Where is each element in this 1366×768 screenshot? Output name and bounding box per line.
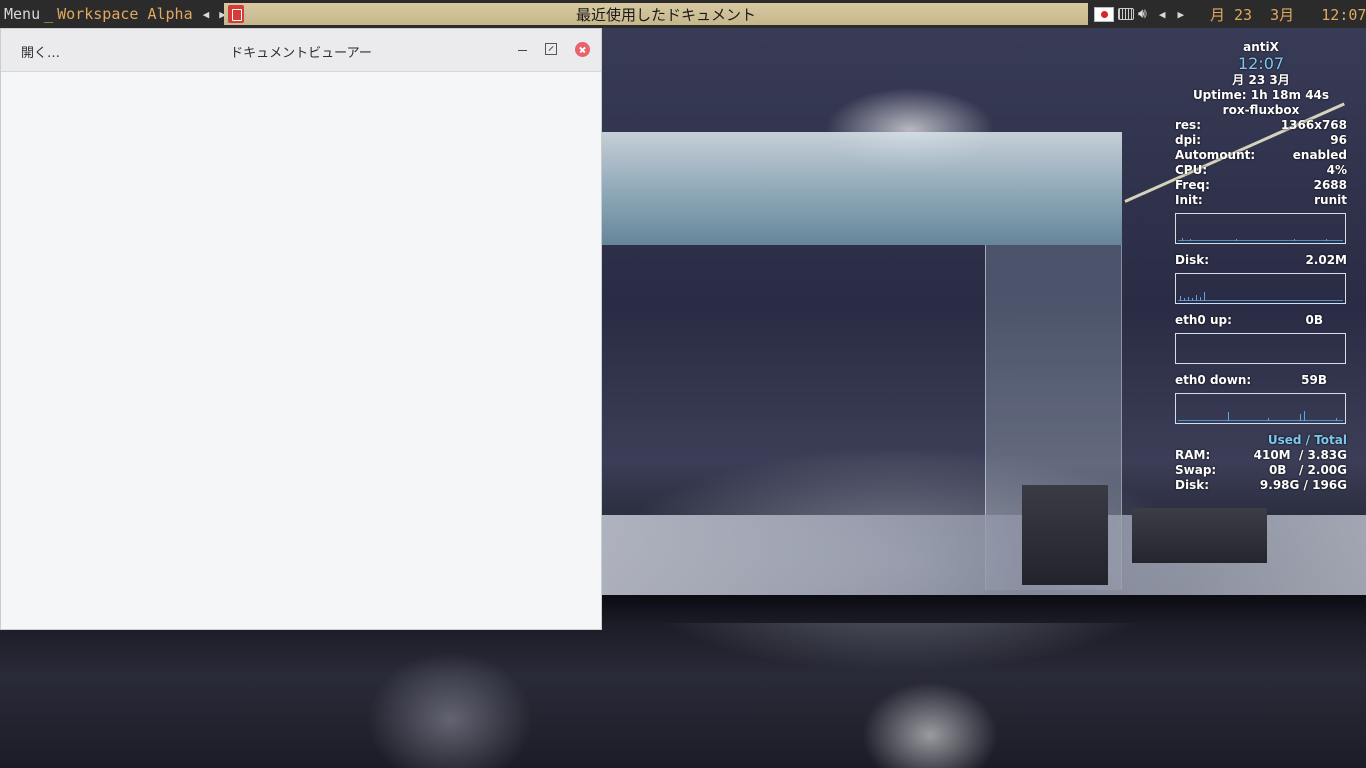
top-panel: Menu _ Workspace Alpha ◀ ▶ 最近使用したドキュメント … <box>0 0 1366 28</box>
document-viewer-app-icon <box>228 5 244 23</box>
graph-spike <box>1294 239 1295 241</box>
graph-spike <box>1336 418 1337 421</box>
minimize-icon[interactable] <box>515 41 531 57</box>
graph-spike <box>1180 296 1181 301</box>
eth0-down-label: eth0 down: <box>1175 373 1252 387</box>
memory-row: Swap: 0B / 2.00G <box>1175 463 1347 478</box>
memory-row: RAM: 410M / 3.83G <box>1175 448 1347 463</box>
info-row: Init: runit <box>1175 193 1347 208</box>
disk-io-label: Disk: <box>1175 253 1209 267</box>
open-button[interactable]: 開く… <box>21 42 60 61</box>
memory-label: Disk: <box>1175 478 1209 492</box>
volume-icon[interactable]: 🔊︎ <box>1138 6 1147 22</box>
wallpaper-base <box>602 595 1366 623</box>
graph-spike <box>1188 297 1189 301</box>
maximize-icon[interactable] <box>545 43 557 55</box>
graph-spike <box>1300 414 1301 421</box>
window-header-bar[interactable]: 開く… ドキュメントビューアー <box>1 29 601 72</box>
document-viewer-window: 開く… ドキュメントビューアー <box>0 28 602 630</box>
active-task-title: 最近使用したドキュメント <box>575 5 756 24</box>
eth0-up-graph <box>1175 333 1346 364</box>
info-row: CPU: 4% <box>1175 163 1347 178</box>
uptime: Uptime: 1h 18m 44s <box>1192 88 1330 102</box>
memory-value: 410M / 3.83G <box>1253 448 1347 462</box>
eth0-up-label: eth0 up: <box>1175 313 1232 327</box>
eth0-up-row: eth0 up: 0B <box>1175 313 1347 328</box>
info-row: res: 1366x768 <box>1175 118 1347 133</box>
document-content-area[interactable] <box>1 72 601 629</box>
info-label: Init: <box>1175 193 1203 207</box>
japanese-flag-icon[interactable] <box>1094 6 1114 22</box>
info-row: Automount: enabled <box>1175 148 1347 163</box>
graph-spike <box>1326 239 1327 241</box>
graph-baseline <box>1178 240 1343 241</box>
info-value: 2688 <box>1313 178 1347 192</box>
wallpaper-glass-beam <box>602 132 1122 245</box>
menu-button[interactable]: Menu <box>4 5 40 23</box>
graph-spike <box>1184 298 1185 301</box>
graph-spike <box>1192 298 1193 301</box>
graph-spike <box>1190 239 1191 241</box>
active-task-button[interactable]: 最近使用したドキュメント <box>224 3 1088 25</box>
graph-spike <box>1204 292 1205 301</box>
disk-io-row: Disk: 2.02M <box>1175 253 1347 268</box>
memory-value: 0B / 2.00G <box>1268 463 1347 477</box>
info-label: Freq: <box>1175 178 1210 192</box>
disk-io-value: 2.02M <box>1305 253 1347 267</box>
wallpaper-block <box>1022 485 1108 585</box>
session-name: rox-fluxbox <box>1222 103 1300 117</box>
disk-graph <box>1175 273 1346 304</box>
panel-clock[interactable]: 月 23 3月 12:07 <box>1210 4 1366 25</box>
monitor-date: 月 23 3月 <box>1232 73 1290 87</box>
graph-spike <box>1236 239 1237 241</box>
wallpaper-block <box>1132 508 1267 563</box>
info-value: 96 <box>1330 133 1347 147</box>
info-label: Automount: <box>1175 148 1256 162</box>
workspace-prev-arrow-icon[interactable]: ◀ <box>203 8 210 21</box>
graph-baseline <box>1178 420 1343 421</box>
graph-spike <box>1200 297 1201 301</box>
info-row: dpi: 96 <box>1175 133 1347 148</box>
eth0-down-graph <box>1175 393 1346 424</box>
eth0-up-value: 0B <box>1305 313 1324 327</box>
info-value: enabled <box>1292 148 1347 162</box>
memory-label: RAM: <box>1175 448 1211 462</box>
info-value: 4% <box>1326 163 1347 177</box>
workspace-name[interactable]: Workspace Alpha <box>57 5 192 23</box>
info-value: runit <box>1314 193 1347 207</box>
tray-next-arrow-icon[interactable]: ▶ <box>1177 8 1184 21</box>
system-tray: 🔊︎ ◀ ▶ <box>1094 4 1184 24</box>
tray-prev-arrow-icon[interactable]: ◀ <box>1159 8 1166 21</box>
window-title: ドキュメントビューアー <box>230 46 372 61</box>
graph-spike <box>1196 295 1197 301</box>
memory-row: Disk: 9.98G / 196G <box>1175 478 1347 493</box>
cpu-graph <box>1175 213 1346 244</box>
eth0-down-value: 59B <box>1301 373 1327 387</box>
eth0-down-row: eth0 down: 59B <box>1175 373 1347 388</box>
memory-label: Swap: <box>1175 463 1217 477</box>
graph-baseline <box>1178 300 1343 301</box>
info-label: CPU: <box>1175 163 1208 177</box>
close-icon[interactable] <box>575 42 590 57</box>
info-row: Freq: 2688 <box>1175 178 1347 193</box>
info-value: 1366x768 <box>1280 118 1347 132</box>
graph-spike <box>1304 411 1305 421</box>
info-label: res: <box>1175 118 1201 132</box>
memory-value: 9.98G / 196G <box>1259 478 1347 492</box>
graph-spike <box>1268 418 1269 421</box>
keyboard-icon[interactable] <box>1118 8 1134 20</box>
graph-spike <box>1182 238 1183 241</box>
system-monitor-widget: antiX 12:07 月 23 3月 Uptime: 1h 18m 44s r… <box>1175 40 1347 493</box>
panel-separator: _ <box>44 5 54 23</box>
info-label: dpi: <box>1175 133 1202 147</box>
graph-spike <box>1228 412 1229 421</box>
memory-header: Used / Total <box>1267 433 1347 447</box>
monitor-clock: 12:07 <box>1237 54 1285 73</box>
hostname: antiX <box>1243 40 1279 54</box>
